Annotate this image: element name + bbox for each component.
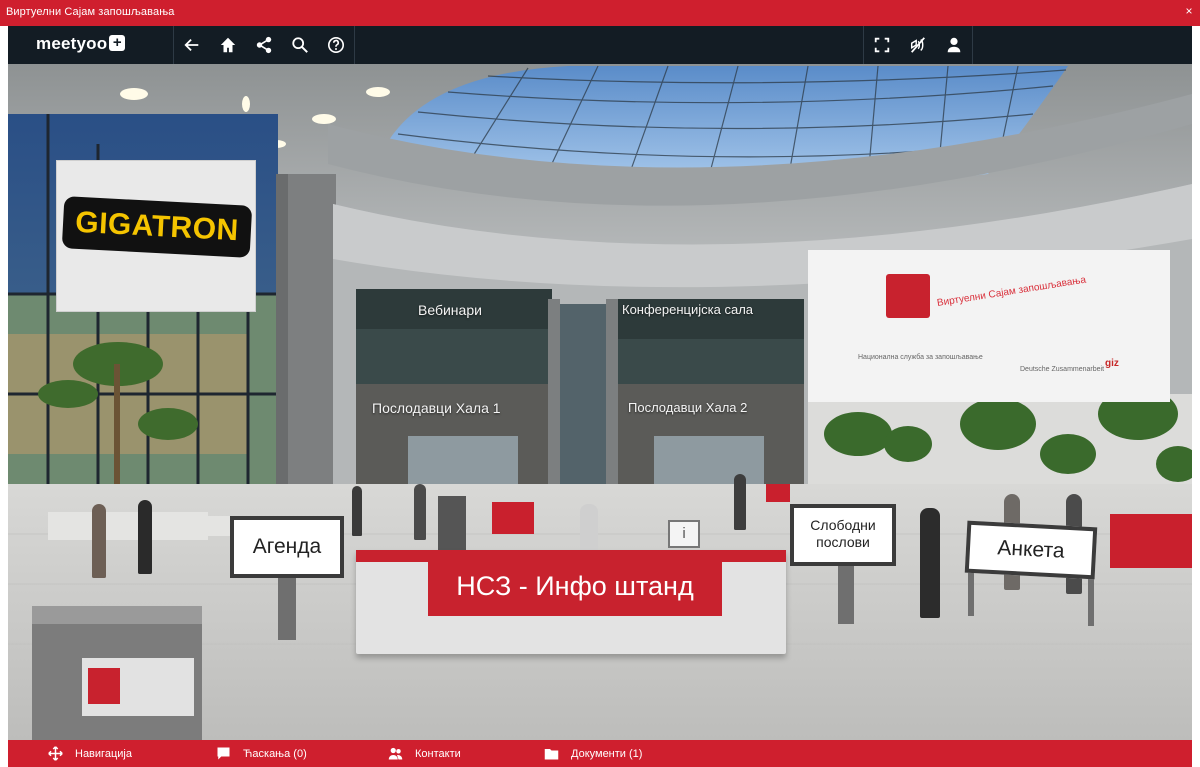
visitor-avatar — [414, 484, 426, 540]
meetyoo-logo[interactable]: meetyoo + — [36, 34, 126, 54]
chats-button[interactable]: Ћаскања (0) — [216, 740, 307, 767]
webinars-link[interactable]: Вебинари — [418, 302, 482, 318]
share-icon — [256, 36, 272, 54]
virtual-fair-window: Виртуелни Сајам запошљавања × meetyoo+ — [0, 0, 1200, 767]
navigation-button[interactable]: Навигација — [48, 740, 132, 767]
info-icon[interactable]: i — [668, 520, 700, 548]
employers-hall-2-link[interactable]: Послодавци Хала 2 — [628, 400, 747, 415]
visitor-avatar — [352, 486, 362, 536]
box-poster — [82, 658, 194, 716]
foreground-box — [32, 606, 202, 740]
jobs-sign-line1: Слободни — [810, 517, 876, 533]
help-icon — [327, 36, 345, 54]
banner-title: Виртуелни Сајам запошљавања — [936, 274, 1087, 310]
close-button[interactable]: × — [1182, 4, 1196, 18]
banner-partner: Deutsche Zusammenarbeit — [1020, 366, 1105, 373]
fair-banner: Виртуелни Сајам запошљавања Национална с… — [808, 250, 1170, 402]
fullscreen-icon — [874, 37, 890, 53]
info-stand-counter[interactable]: НСЗ - Инфо штанд — [356, 550, 786, 654]
employers-hall-1-link[interactable]: Послодавци Хала 1 — [372, 400, 501, 416]
navigation-label: Навигација — [75, 747, 132, 760]
help-button[interactable] — [318, 26, 354, 64]
search-button[interactable] — [282, 26, 318, 64]
banner-organization: Национална служба за запошљавање — [858, 354, 983, 361]
contacts-icon — [388, 747, 403, 760]
back-button[interactable] — [174, 26, 210, 64]
survey-sign[interactable]: Анкета — [964, 520, 1098, 580]
window-title: Виртуелни Сајам запошљавања — [6, 6, 175, 18]
red-cube — [492, 502, 534, 534]
bottom-navbar: Навигација Ћаскања (0) Контакти Документ… — [8, 740, 1192, 767]
search-icon — [292, 37, 308, 53]
home-button[interactable] — [210, 26, 246, 64]
user-icon — [947, 37, 961, 53]
nsz-logo — [886, 274, 930, 318]
mute-button[interactable] — [900, 26, 936, 64]
documents-label: Документи (1) — [571, 747, 643, 760]
toolbar-divider — [354, 26, 355, 64]
agenda-sign[interactable]: Агенда — [230, 516, 344, 578]
window-titlebar: Виртуелни Сајам запошљавања × — [0, 0, 1200, 26]
visitor-avatar — [92, 504, 106, 578]
visitor-avatar — [580, 504, 598, 554]
gigatron-sponsor-board[interactable]: GIGATRON — [56, 160, 256, 312]
fullscreen-button[interactable] — [864, 26, 900, 64]
giz-logo: giz — [1105, 358, 1119, 369]
home-icon — [220, 37, 236, 53]
red-cube — [1110, 514, 1192, 568]
contacts-label: Контакти — [415, 747, 461, 760]
mute-icon — [910, 37, 925, 53]
toolbar-divider — [972, 26, 973, 64]
chats-label: Ћаскања (0) — [243, 747, 307, 760]
visitor-avatar — [920, 508, 940, 618]
profile-button[interactable] — [936, 26, 972, 64]
logo-mark: + — [109, 35, 126, 51]
virtual-hall-scene[interactable]: GIGATRON Вебинари Конференцијска сала По… — [8, 64, 1192, 740]
visitor-avatar — [734, 474, 746, 530]
info-stand-sign[interactable]: НСЗ - Инфо штанд — [428, 556, 722, 616]
documents-button[interactable]: Документи (1) — [544, 740, 642, 767]
nsz-logo — [88, 668, 120, 704]
navigation-icon — [48, 746, 63, 761]
logo-text: meetyoo — [36, 34, 108, 53]
jobs-sign-line2: послови — [816, 534, 870, 550]
box-top — [32, 606, 202, 624]
red-cube — [766, 484, 790, 502]
conference-hall-link[interactable]: Конференцијска сала — [622, 302, 753, 317]
visitor-avatar — [138, 500, 152, 574]
folder-icon — [544, 749, 559, 760]
top-toolbar: meetyoo + — [8, 26, 1192, 64]
contacts-button[interactable]: Контакти — [388, 740, 461, 767]
back-arrow-icon — [184, 38, 199, 52]
jobs-sign[interactable]: Слободни послови — [790, 504, 896, 566]
share-button[interactable] — [246, 26, 282, 64]
chat-icon — [217, 747, 230, 760]
